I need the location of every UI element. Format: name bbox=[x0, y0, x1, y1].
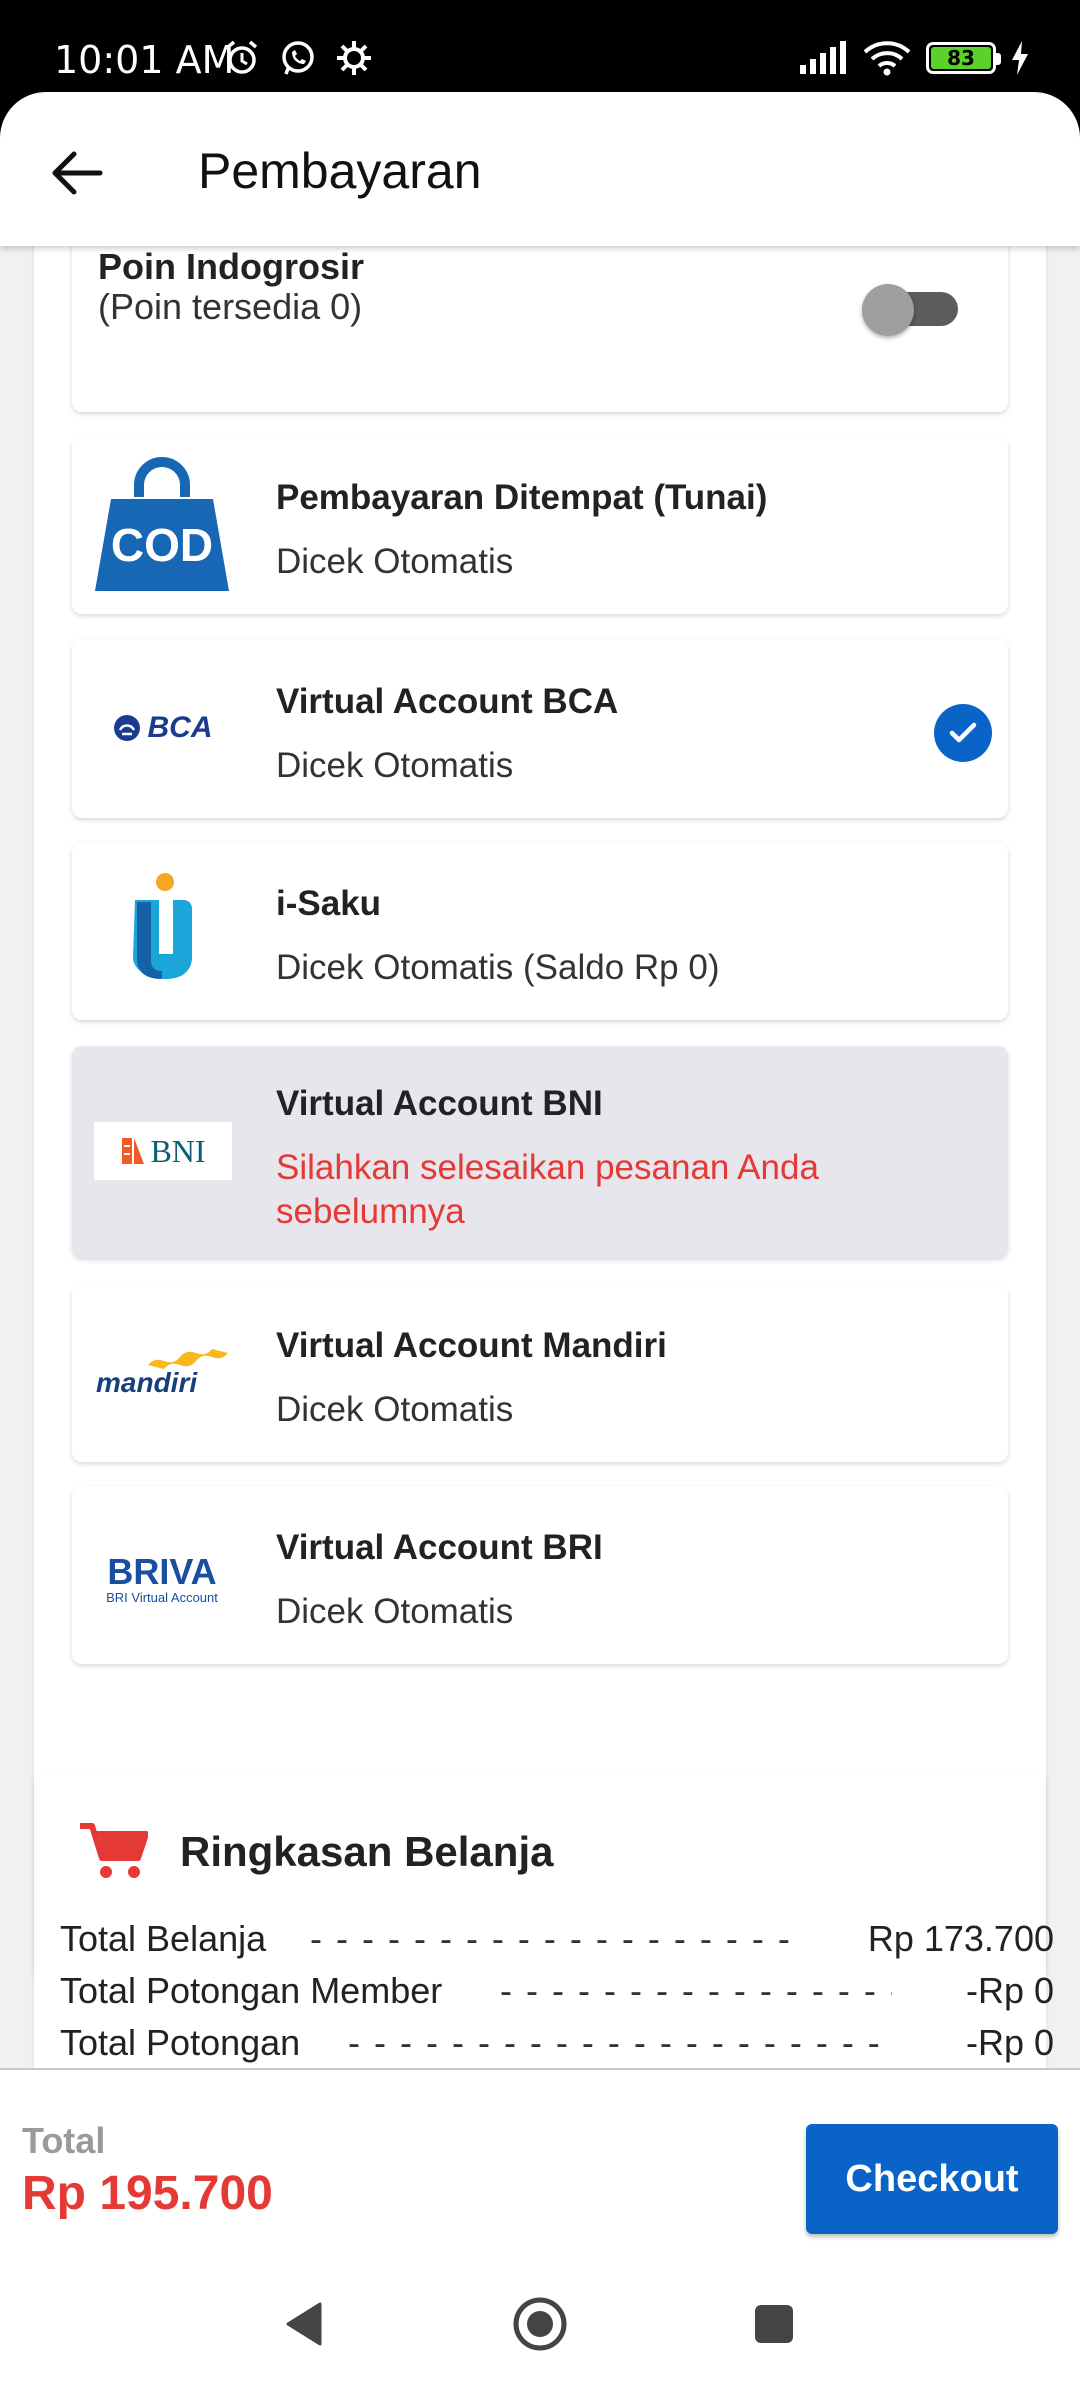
poin-card: Poin Indogrosir (Poin tersedia 0) bbox=[72, 246, 1008, 412]
summary-label: Total Belanja bbox=[60, 1918, 267, 1959]
battery-icon: 83 bbox=[926, 42, 1001, 74]
home-nav-icon[interactable] bbox=[508, 2292, 572, 2356]
checkout-button[interactable]: Checkout bbox=[806, 2124, 1058, 2234]
mandiri-logo: mandiri bbox=[92, 1340, 232, 1410]
payment-option-mandiri[interactable]: mandiri Virtual Account Mandiri Dicek Ot… bbox=[72, 1284, 1008, 1462]
payment-name: Virtual Account BCA bbox=[276, 682, 619, 721]
payment-name: Virtual Account Mandiri bbox=[276, 1326, 667, 1365]
recents-nav-icon[interactable] bbox=[742, 2292, 806, 2356]
status-bar: 10:01 AM 83 bbox=[0, 0, 1080, 92]
settings-icon bbox=[337, 41, 371, 75]
shopping-summary: Ringkasan Belanja Total Belanja - - - - … bbox=[34, 1770, 1054, 2068]
summary-label: Total Potongan Member bbox=[60, 1970, 443, 2011]
back-nav-icon[interactable] bbox=[274, 2292, 338, 2356]
alarm-icon bbox=[226, 40, 258, 74]
app-header: Pembayaran bbox=[0, 92, 1080, 246]
check-icon bbox=[934, 704, 992, 762]
payment-option-bca[interactable]: BCA Virtual Account BCA Dicek Otomatis bbox=[72, 640, 1008, 818]
payment-desc: Dicek Otomatis bbox=[276, 1592, 514, 1631]
poin-toggle[interactable] bbox=[862, 284, 962, 336]
cod-logo: COD bbox=[92, 450, 232, 600]
summary-row: Total Potongan - - - - - - - - - - - - -… bbox=[60, 2022, 1054, 2063]
payment-error-message: Silahkan selesaikan pesanan Anda sebelum… bbox=[276, 1148, 819, 1231]
summary-value: Rp 173.700 bbox=[867, 1918, 1054, 1959]
briva-logo: BRIVA BRI Virtual Account bbox=[106, 1550, 218, 1605]
whatsapp-icon bbox=[282, 41, 314, 75]
bni-logo: BNI bbox=[94, 1122, 232, 1180]
payment-option-cod[interactable]: COD Pembayaran Ditempat (Tunai) Dicek Ot… bbox=[72, 436, 1008, 614]
payment-desc: Dicek Otomatis bbox=[276, 542, 514, 581]
isaku-logo bbox=[92, 872, 232, 982]
summary-value: -Rp 0 bbox=[965, 2022, 1054, 2063]
summary-label: Total Potongan bbox=[60, 2022, 301, 2063]
payment-desc: Dicek Otomatis bbox=[276, 746, 514, 785]
poin-title: Poin Indogrosir bbox=[98, 246, 364, 287]
charging-icon bbox=[1012, 41, 1028, 75]
payment-content[interactable]: Poin Indogrosir (Poin tersedia 0) COD Pe… bbox=[0, 246, 1080, 2068]
payment-option-isaku[interactable]: i-Saku Dicek Otomatis (Saldo Rp 0) bbox=[72, 842, 1008, 1020]
payment-desc: Dicek Otomatis bbox=[276, 1390, 514, 1429]
checkout-bar: Total Rp 195.700 Checkout bbox=[0, 2068, 1080, 2248]
total-value: Rp 195.700 bbox=[22, 2167, 273, 2220]
svg-text:COD: COD bbox=[111, 519, 213, 571]
cart-icon bbox=[80, 1823, 148, 1878]
summary-row: Total Potongan Member - - - - - - - - - … bbox=[60, 1970, 1054, 2011]
summary-row: Total Belanja - - - - - - - - - - - - - … bbox=[60, 1918, 1054, 1959]
payment-name: Pembayaran Ditempat (Tunai) bbox=[276, 478, 768, 517]
payment-name: Virtual Account BNI bbox=[276, 1084, 603, 1123]
status-time: 10:01 AM bbox=[54, 38, 235, 82]
bca-logo: BCA bbox=[92, 700, 232, 756]
signal-icon bbox=[800, 41, 846, 74]
payment-name: Virtual Account BRI bbox=[276, 1528, 603, 1567]
summary-title: Ringkasan Belanja bbox=[180, 1828, 554, 1875]
payment-desc: Dicek Otomatis (Saldo Rp 0) bbox=[276, 948, 720, 987]
total-label: Total bbox=[22, 2120, 106, 2161]
poin-subtitle: (Poin tersedia 0) bbox=[98, 286, 363, 327]
payment-option-bni: BNI Virtual Account BNI Silahkan selesai… bbox=[72, 1046, 1008, 1258]
arrow-left-icon[interactable] bbox=[44, 140, 110, 206]
payment-name: i-Saku bbox=[276, 884, 382, 923]
payment-option-bri[interactable]: BRIVA BRI Virtual Account Virtual Accoun… bbox=[72, 1486, 1008, 1664]
wifi-icon bbox=[863, 41, 911, 76]
system-nav-bar bbox=[0, 2248, 1080, 2400]
summary-value: -Rp 0 bbox=[965, 1970, 1054, 2011]
page-title: Pembayaran bbox=[198, 143, 482, 199]
